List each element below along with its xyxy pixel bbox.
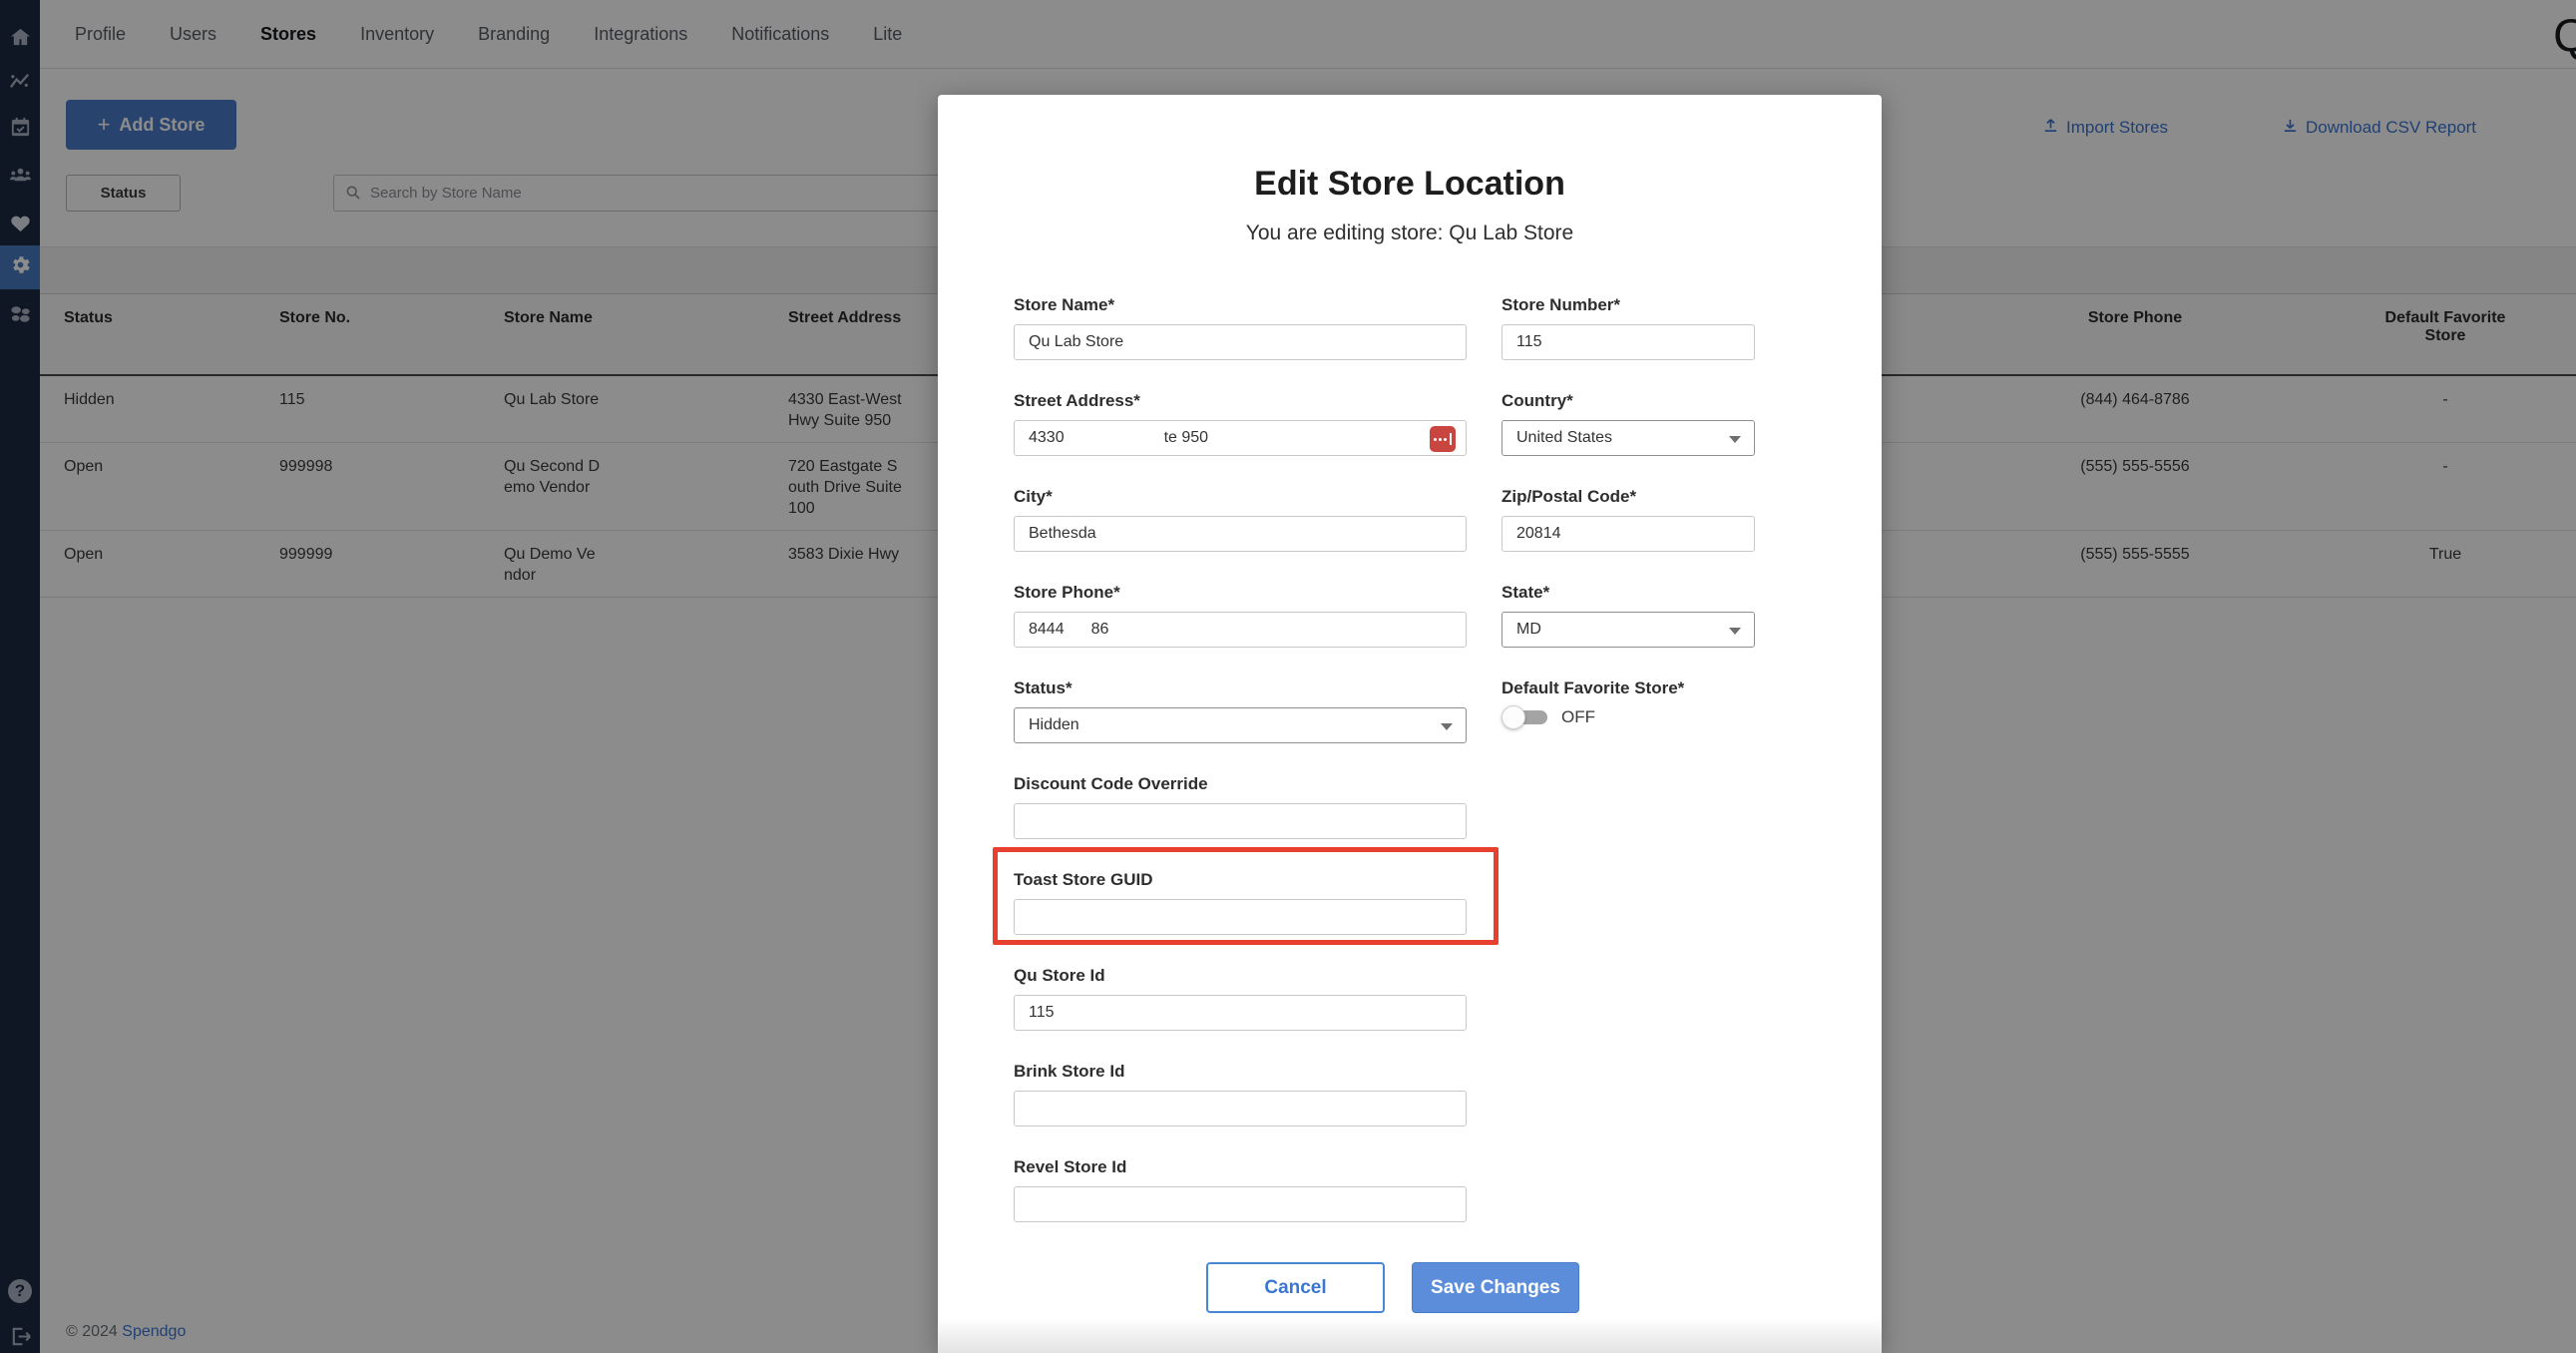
revel-store-id-label: Revel Store Id [1014,1157,1467,1177]
default-favorite-toggle[interactable] [1502,709,1547,725]
state-label: State* [1502,583,1755,603]
toast-guid-field[interactable] [1014,899,1467,935]
modal-subtitle: You are editing store: Qu Lab Store [938,222,1882,245]
state-select[interactable]: MD [1502,612,1755,648]
qu-store-id-label: Qu Store Id [1014,966,1467,986]
store-phone-label: Store Phone* [1014,583,1467,603]
qu-store-id-field[interactable] [1014,995,1467,1031]
street-address-label: Street Address* [1014,391,1467,411]
autofill-extension-icon[interactable] [1430,426,1456,452]
brink-store-id-label: Brink Store Id [1014,1062,1467,1082]
edit-store-form: Store Name* Store Number* Street Address… [938,295,1882,1313]
toast-guid-label: Toast Store GUID [1014,870,1467,890]
modal-title: Edit Store Location [938,165,1882,204]
street-address-field[interactable]: 4330 te 950 [1014,420,1467,456]
city-field[interactable] [1014,516,1467,552]
store-number-field[interactable] [1502,324,1755,360]
country-label: Country* [1502,391,1755,411]
save-changes-button[interactable]: Save Changes [1412,1262,1579,1313]
store-name-field[interactable] [1014,324,1467,360]
city-label: City* [1014,487,1467,507]
chevron-down-icon [1729,628,1741,635]
toggle-state-label: OFF [1561,707,1595,727]
default-favorite-label: Default Favorite Store* [1502,678,1755,698]
chevron-down-icon [1729,436,1741,443]
status-select[interactable]: Hidden [1014,707,1467,743]
store-name-label: Store Name* [1014,295,1467,315]
zip-label: Zip/Postal Code* [1502,487,1755,507]
country-select[interactable]: United States [1502,420,1755,456]
status-label: Status* [1014,678,1467,698]
cancel-button[interactable]: Cancel [1206,1262,1385,1313]
discount-code-label: Discount Code Override [1014,774,1467,794]
store-phone-field[interactable]: 8444 86 [1014,612,1467,648]
store-number-label: Store Number* [1502,295,1755,315]
zip-field[interactable] [1502,516,1755,552]
discount-code-field[interactable] [1014,803,1467,839]
revel-store-id-field[interactable] [1014,1186,1467,1222]
edit-store-modal: Edit Store Location You are editing stor… [938,95,1882,1353]
chevron-down-icon [1441,723,1453,730]
brink-store-id-field[interactable] [1014,1091,1467,1127]
